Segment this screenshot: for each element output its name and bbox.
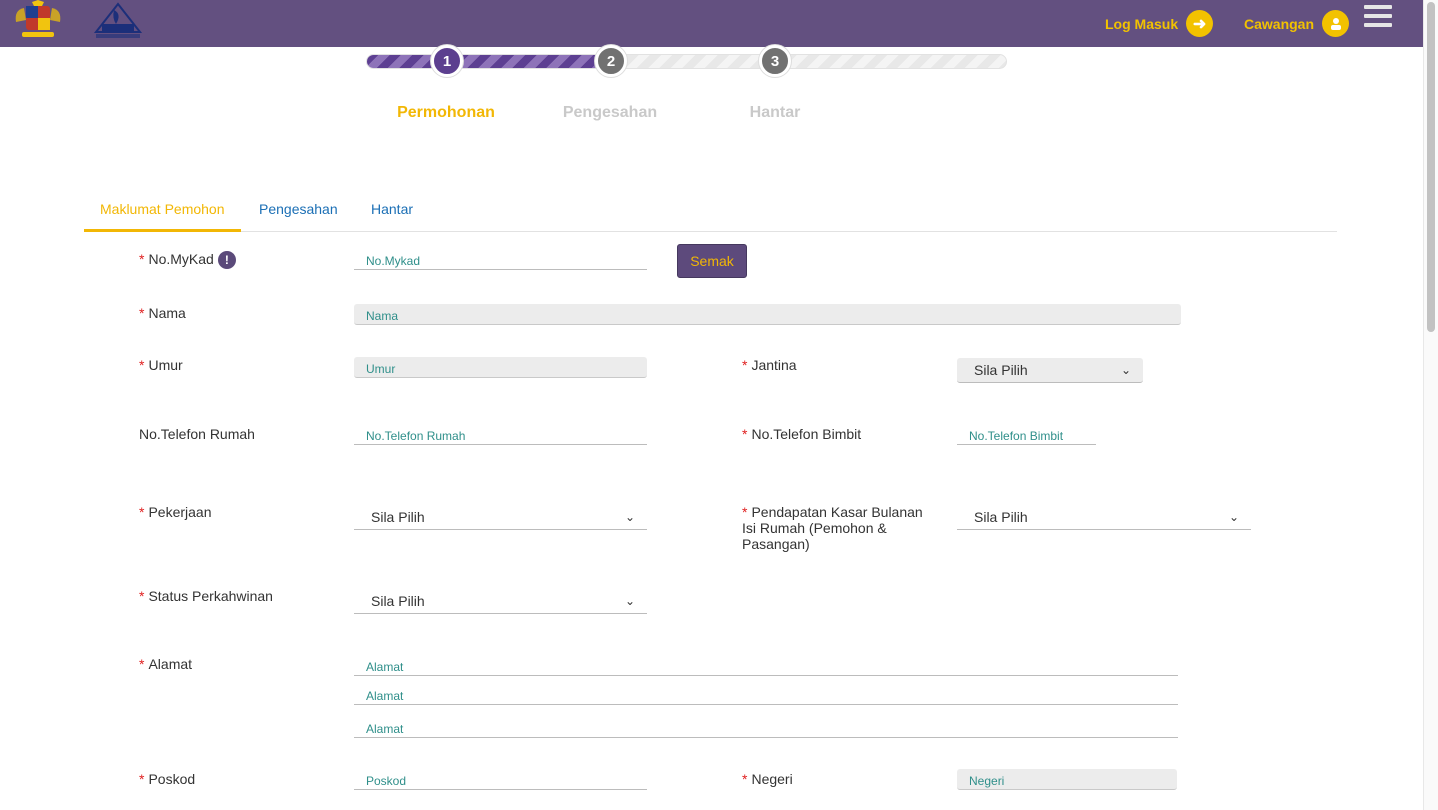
poskod-label: * Poskod [139, 771, 196, 787]
jantina-select[interactable]: Sila Pilih ⌄ [957, 358, 1143, 383]
login-label: Log Masuk [1105, 15, 1179, 32]
pendapatan-select[interactable]: Sila Pilih ⌄ [957, 505, 1251, 530]
mykad-label: * No.MyKad! [139, 251, 236, 270]
nama-input[interactable] [354, 304, 1181, 325]
malaysia-coat-of-arms-icon[interactable] [12, 0, 64, 40]
tab-maklumat-pemohon[interactable]: Maklumat Pemohon [84, 196, 241, 232]
poskod-input[interactable] [354, 769, 647, 790]
umur-label: * Umur [139, 357, 183, 373]
user-location-icon [1322, 10, 1350, 37]
tel-rumah-input[interactable] [354, 424, 647, 445]
step-3-label: Hantar [749, 104, 801, 121]
mykad-input[interactable] [354, 249, 647, 270]
progress-fill [367, 55, 610, 68]
alamat-input-3[interactable] [354, 717, 1178, 738]
hamburger-menu-icon[interactable] [1364, 5, 1392, 27]
step-1-indicator: 1 [431, 45, 463, 77]
step-3-indicator: 3 [759, 45, 791, 77]
jantina-label: * Jantina [742, 357, 797, 373]
negeri-input[interactable] [957, 769, 1177, 790]
form-tabs: Maklumat Pemohon Pengesahan Hantar [84, 196, 1337, 232]
alamat-label: * Alamat [139, 656, 193, 672]
branch-link[interactable]: Cawangan [1244, 10, 1350, 37]
pekerjaan-select[interactable]: Sila Pilih ⌄ [354, 505, 647, 530]
chevron-down-icon: ⌄ [624, 594, 635, 608]
arrow-right-icon: ➜ [1186, 10, 1214, 37]
chevron-down-icon: ⌄ [1120, 363, 1131, 377]
status-select[interactable]: Sila Pilih ⌄ [354, 589, 647, 614]
scrollbar-thumb[interactable] [1427, 2, 1435, 332]
status-label: * Status Perkahwinan [139, 588, 273, 604]
tel-bimbit-input[interactable] [957, 424, 1096, 445]
pekerjaan-label: * Pekerjaan [139, 504, 212, 520]
chevron-down-icon: ⌄ [1228, 510, 1239, 524]
info-icon[interactable]: ! [217, 251, 236, 270]
negeri-label: * Negeri [742, 771, 793, 787]
tab-pengesahan[interactable]: Pengesahan [243, 196, 354, 232]
lhdn-logo-icon[interactable] [92, 2, 144, 40]
step-1-label: Permohonan [397, 104, 495, 121]
semak-button[interactable]: Semak [677, 244, 747, 278]
pendapatan-label: * Pendapatan Kasar Bulanan Isi Rumah (Pem… [742, 504, 923, 552]
tel-rumah-label: No.Telefon Rumah [139, 426, 255, 442]
alamat-input-2[interactable] [354, 684, 1178, 705]
branch-label: Cawangan [1244, 15, 1315, 32]
step-2-label: Pengesahan [562, 104, 658, 121]
top-navbar: Log Masuk ➜ Cawangan [0, 0, 1423, 47]
nama-label: * Nama [139, 305, 186, 321]
umur-input[interactable] [354, 357, 647, 378]
step-2-indicator: 2 [595, 45, 627, 77]
page-scrollbar[interactable] [1423, 0, 1438, 810]
alamat-input-1[interactable] [354, 655, 1178, 676]
chevron-down-icon: ⌄ [624, 510, 635, 524]
tel-bimbit-label: * No.Telefon Bimbit [742, 426, 862, 442]
login-link[interactable]: Log Masuk ➜ [1105, 10, 1214, 37]
tab-hantar[interactable]: Hantar [355, 196, 429, 232]
